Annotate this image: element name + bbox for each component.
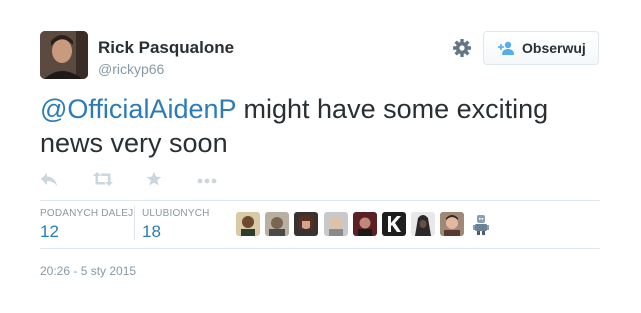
more-icon[interactable]	[197, 174, 217, 192]
gear-icon[interactable]	[452, 38, 472, 58]
timestamp[interactable]: 20:26 - 5 sty 2015	[40, 264, 136, 278]
favoriter-avatar[interactable]	[353, 212, 377, 236]
author-avatar[interactable]	[40, 31, 88, 79]
favorite-icon[interactable]	[146, 171, 162, 192]
author-name[interactable]: Rick Pasqualone	[98, 38, 234, 58]
author-handle[interactable]: @rickyp66	[98, 61, 164, 77]
divider-bottom	[40, 248, 600, 249]
retweets-count[interactable]: 12	[40, 222, 59, 242]
follow-label: Obserwuj	[522, 40, 586, 56]
favoriter-avatar[interactable]	[324, 212, 348, 236]
add-user-icon	[498, 41, 514, 55]
favoriter-avatar[interactable]	[294, 212, 318, 236]
favorites-label: ULUBIONYCH	[142, 208, 210, 219]
favoriter-avatar[interactable]	[236, 212, 260, 236]
favorites-count[interactable]: 18	[142, 222, 161, 242]
favoriter-avatar[interactable]	[382, 212, 406, 236]
retweet-icon[interactable]	[92, 171, 114, 192]
tweet-text: @OfficialAidenP might have some exciting…	[40, 92, 600, 160]
mention-link[interactable]: @OfficialAidenP	[40, 94, 236, 124]
favoriter-avatar[interactable]	[469, 212, 493, 236]
reply-icon[interactable]	[40, 171, 58, 192]
favoriter-avatar[interactable]	[265, 212, 289, 236]
stats-separator	[134, 206, 135, 240]
divider-top	[40, 200, 600, 201]
follow-button[interactable]: Obserwuj	[483, 31, 599, 65]
favoriter-avatar[interactable]	[411, 212, 435, 236]
retweets-label: PODANYCH DALEJ	[40, 208, 134, 219]
favoriter-avatar[interactable]	[440, 212, 464, 236]
